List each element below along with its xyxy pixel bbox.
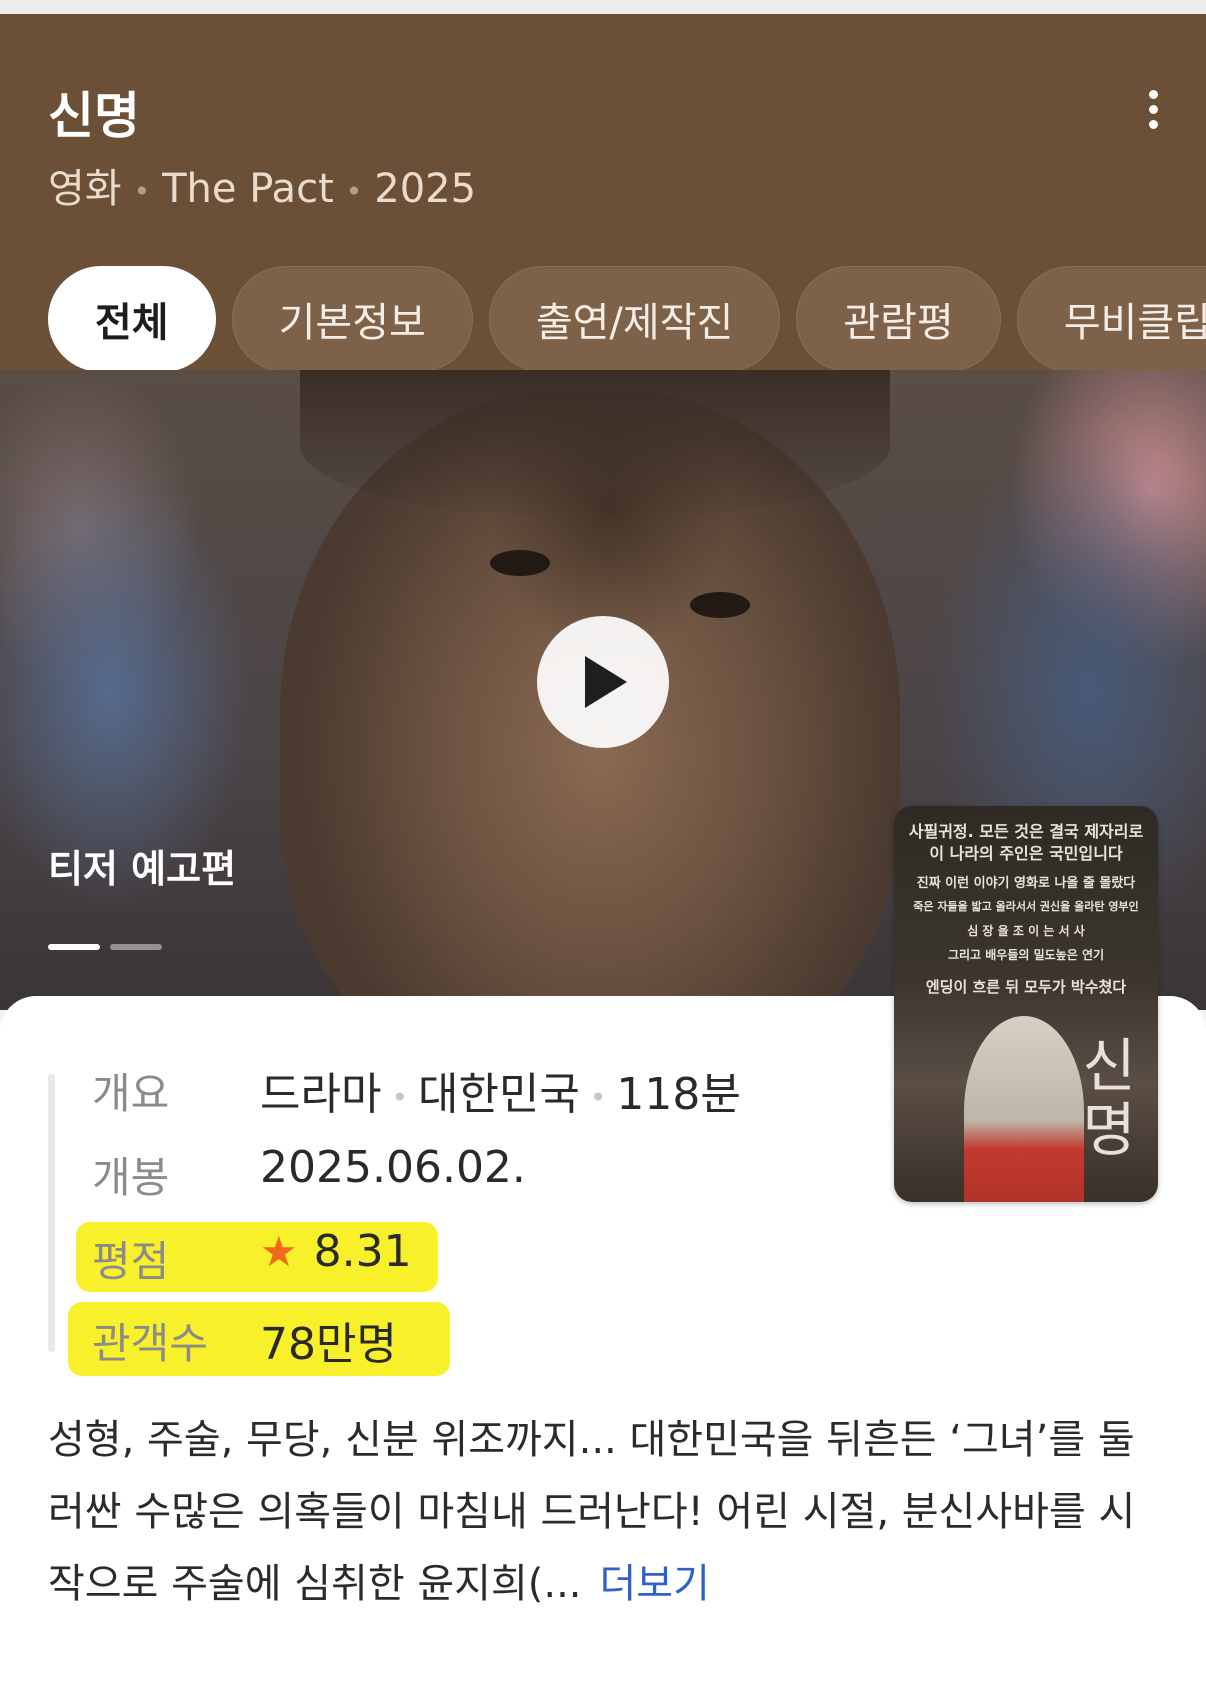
separator-dot: • (345, 174, 363, 208)
audience-value: 78만명 (260, 1319, 397, 1370)
overview-value: 드라마 • 대한민국 • 118분 (260, 1058, 741, 1122)
tab-basic-info[interactable]: 기본정보 (231, 266, 473, 372)
poster-text: 심 장 을 조 이 는 서 사 (967, 924, 1085, 938)
info-accent-bar (48, 1074, 55, 1352)
poster-text: 죽은 자들을 밟고 올라서서 권신을 올라탄 영부인 (913, 900, 1139, 913)
separator-dot: • (391, 1080, 408, 1114)
play-icon (585, 656, 627, 708)
video-thumbnail-eye (690, 592, 750, 618)
tab-bar: 전체 기본정보 출연/제작진 관람평 무비클립 (48, 266, 1206, 372)
tab-cast-crew[interactable]: 출연/제작진 (488, 266, 781, 372)
subtitle-english-title: The Pact (162, 166, 334, 212)
rating-value-wrap[interactable]: ★ 8.31 (260, 1226, 412, 1277)
rating-value: 8.31 (313, 1226, 412, 1277)
more-link[interactable]: 더보기 (600, 1561, 710, 1607)
poster-text: 이 나라의 주인은 국민입니다 (929, 844, 1123, 863)
synopsis-text: 성형, 주술, 무당, 신분 위조까지... 대한민국을 뒤흔든 ‘그녀’를 둘… (48, 1417, 1136, 1607)
separator-dot: • (589, 1080, 607, 1114)
movie-subtitle: 영화 • The Pact • 2025 (48, 156, 476, 214)
video-thumbnail-eye (490, 550, 550, 576)
top-strip (0, 0, 1206, 14)
separator-dot: • (133, 174, 151, 208)
poster-text: 그리고 배우들의 밀도높은 연기 (947, 948, 1105, 962)
subtitle-type: 영화 (48, 166, 122, 212)
tab-all[interactable]: 전체 (48, 266, 216, 372)
audience-label: 관객수 (92, 1319, 208, 1368)
play-button[interactable] (537, 616, 669, 748)
movie-poster[interactable]: 사필귀정. 모든 것은 결국 제자리로 이 나라의 주인은 국민입니다 진짜 이… (894, 806, 1158, 1202)
more-options-icon[interactable] (1138, 84, 1168, 154)
release-label: 개봉 (92, 1153, 170, 1202)
tab-movie-clips[interactable]: 무비클립 (1016, 266, 1206, 372)
runtime: 118분 (616, 1069, 741, 1120)
star-icon: ★ (260, 1227, 298, 1276)
overview-label: 개요 (92, 1069, 170, 1118)
poster-figure (964, 1016, 1084, 1202)
country: 대한민국 (417, 1069, 580, 1120)
video-thumbnail-hair (300, 370, 890, 520)
synopsis: 성형, 주술, 무당, 신분 위조까지... 대한민국을 뒤흔든 ‘그녀’를 둘… (48, 1404, 1168, 1620)
release-date: 2025.06.02. (260, 1142, 526, 1193)
header: 신명 영화 • The Pact • 2025 전체 기본정보 출연/제작진 관람평 무… (0, 14, 1206, 404)
rating-label: 평점 (92, 1237, 170, 1286)
slide-indicator-active[interactable] (48, 944, 100, 950)
tab-reviews[interactable]: 관람평 (796, 266, 1001, 372)
poster-title: 신명 (1082, 1032, 1136, 1164)
poster-text: 진짜 이런 이야기 영화로 나올 줄 몰랐다 (916, 876, 1136, 891)
slide-indicator[interactable] (110, 944, 162, 950)
page-title: 신명 (48, 87, 140, 145)
poster-text: 엔딩이 흐른 뒤 모두가 박수쳤다 (925, 978, 1127, 996)
genre: 드라마 (260, 1069, 382, 1120)
poster-text: 사필귀정. 모든 것은 결국 제자리로 (908, 822, 1144, 841)
video-label: 티저 예고편 (48, 847, 237, 891)
subtitle-year: 2025 (374, 166, 477, 212)
